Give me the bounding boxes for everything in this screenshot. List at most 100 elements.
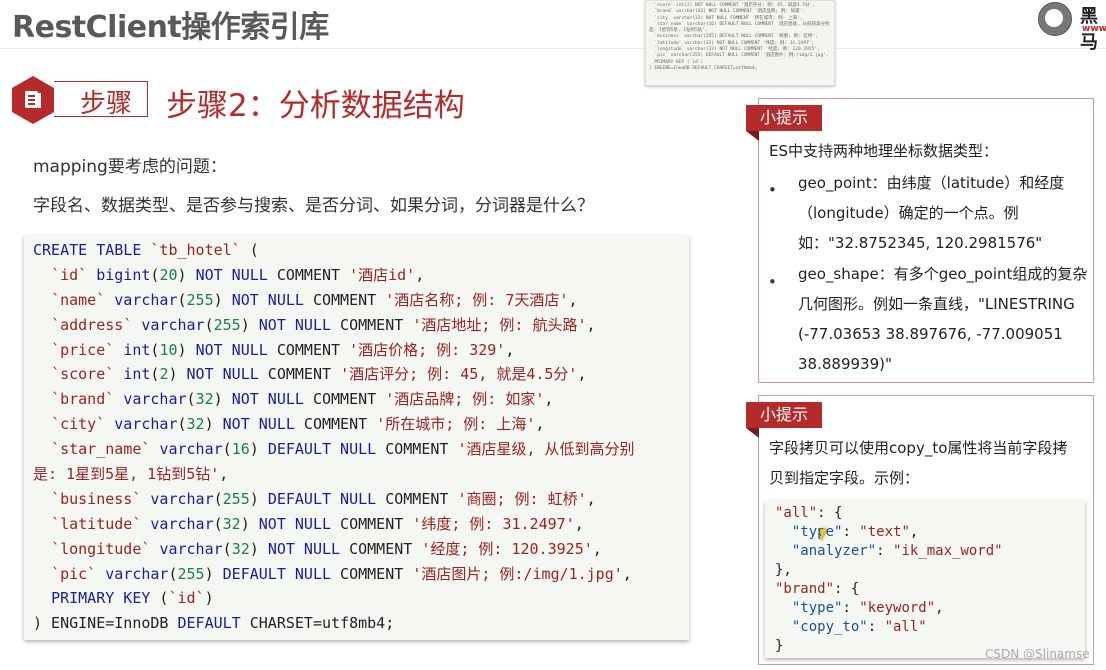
code-line: `brand` varchar(32) NOT NULL COMMENT '酒店…: [33, 387, 689, 412]
thumbnail-line: `business` varchar(255) DEFAULT NULL COM…: [649, 34, 818, 40]
code-token-kw: NOT NULL: [258, 315, 332, 334]
code-token-jp: [775, 524, 792, 540]
code-token-str: '经度; 例: 120.3925': [421, 539, 593, 558]
code-token-str: '酒店星级, 从低到高分别: [457, 440, 635, 459]
code-line: `pic` varchar(255) DEFAULT NULL COMMENT …: [33, 562, 689, 587]
code-token-kw: varchar: [114, 290, 178, 309]
code-token-num: 16: [231, 440, 250, 459]
code-token-kw: varchar: [159, 539, 223, 558]
code-token-kw: varchar: [150, 514, 214, 533]
code-token-kw: PRIMARY KEY: [51, 589, 151, 608]
intro-question-title: mapping要考虑的问题：: [33, 157, 227, 177]
code-token-jp: ,: [935, 600, 944, 616]
code-token-num: 255: [186, 290, 214, 309]
code-token-num: 255: [222, 489, 250, 508]
bullet-icon: •: [768, 273, 777, 291]
code-token-jstr: "ik_max_word": [893, 543, 1003, 559]
code-token-plain: COMMENT: [303, 290, 386, 309]
mouse-cursor-icon: [821, 529, 827, 541]
code-token-jp: :: [876, 543, 894, 559]
code-token-plain: (: [222, 539, 232, 558]
code-line: `latitude` varchar(32) NOT NULL COMMENT …: [33, 512, 689, 537]
slide-thumbnail[interactable]: `score` int(2) NOT NULL COMMENT '酒店评分; 例…: [645, 0, 835, 86]
code-token-id: `id`: [51, 265, 88, 284]
bullet-geo-shape: geo_shape：有多个geo_point组成的复杂几何图形。例如一条直线，"…: [798, 265, 1088, 373]
code-token-plain: ): [249, 539, 268, 558]
code-token-plain: (: [177, 415, 187, 434]
step-hexagon: [12, 76, 54, 124]
code-token-kw: DEFAULT NULL: [267, 440, 377, 459]
tip-box-copy-to: 小提示 字段拷贝可以使用copy_to属性将当前字段拷 贝到指定字段。示例： "…: [746, 395, 1094, 665]
code-token-plain: (: [150, 589, 169, 608]
code-line: `city` varchar(32) NOT NULL COMMENT '所在城…: [33, 412, 689, 437]
code-token-kw: DEFAULT NULL: [222, 564, 332, 583]
code-token-plain: (: [213, 514, 223, 533]
code-token-plain: (: [204, 315, 214, 334]
code-line: CREATE TABLE `tb_hotel` (: [33, 238, 689, 263]
code-line: `business` varchar(255) DEFAULT NULL COM…: [33, 487, 689, 512]
code-token-kw: NOT NULL: [195, 265, 268, 284]
code-token-jp: [775, 619, 792, 635]
code-token-plain: ): [213, 390, 232, 409]
code-token-num: 32: [195, 390, 214, 409]
intro-question-detail: 字段名、数据类型、是否参与搜索、是否分词、如果分词，分词器是什么？: [33, 196, 594, 216]
code-token-plain: COMMENT: [340, 539, 422, 558]
code-token-id: `city`: [51, 415, 106, 434]
json-example-block: "all": { "type": "text", "analyzer": "ik…: [765, 500, 1085, 658]
code-token-plain: ): [240, 514, 259, 533]
tip-tag: 小提示: [746, 402, 823, 438]
code-token-plain: ): [177, 340, 196, 359]
code-token-str: '酒店评分; 例: 45, 就是4.5分': [340, 365, 578, 384]
code-token-num: 10: [159, 340, 178, 359]
code-token-jp: ,: [909, 524, 919, 540]
json-line: "copy_to": "all": [775, 618, 1085, 637]
code-token-plain: ,: [505, 340, 515, 359]
code-token-jkeytop: "brand": [775, 581, 835, 597]
code-token-num: 255: [213, 315, 241, 334]
code-token-plain: ,: [415, 265, 425, 284]
code-token-kw: varchar: [114, 415, 178, 434]
code-token-str: '酒店名称; 例: 7天酒店': [385, 290, 569, 309]
json-line: "type": "keyword",: [775, 599, 1085, 618]
code-token-plain: ,: [577, 365, 587, 384]
json-line: "analyzer": "ik_max_word": [775, 542, 1085, 561]
code-token-jstr: "keyword": [859, 600, 936, 616]
code-token-kw: int: [123, 340, 151, 359]
code-token-plain: (: [240, 241, 259, 259]
code-token-jkey: "copy_to": [791, 619, 868, 635]
code-token-str: '纬度; 例: 31.2497': [412, 514, 575, 533]
code-token-kw: varchar: [123, 390, 187, 409]
sql-code-block: CREATE TABLE `tb_hotel` ( `id` bigint(20…: [24, 235, 689, 640]
code-token-plain: (: [213, 489, 223, 508]
code-token-plain: ,: [568, 290, 578, 309]
code-line: `star_name` varchar(16) DEFAULT NULL COM…: [33, 437, 689, 462]
code-line: `id` bigint(20) NOT NULL COMMENT '酒店id',: [33, 263, 689, 288]
logo-url: www.: [1082, 24, 1106, 34]
json-line: "brand": {: [775, 580, 1085, 599]
code-token-plain: (: [177, 290, 187, 309]
code-token-kw: varchar: [141, 315, 205, 334]
code-token-jp: },: [775, 562, 792, 578]
code-token-str: 是: 1星到5星, 1钻到5钻': [33, 465, 220, 484]
code-token-kw: varchar: [105, 564, 169, 583]
code-token-plain: (: [222, 440, 232, 459]
code-token-plain: ): [204, 564, 223, 583]
thumbnail-line: ) ENGINE=InnoDB DEFAULT CHARSET=utf8mb4;: [649, 65, 758, 71]
step-label: 步骤: [80, 89, 133, 119]
code-token-plain: ) ENGINE=InnoDB: [33, 614, 178, 633]
code-token-id: `price`: [51, 340, 115, 359]
code-token-plain: (: [186, 390, 196, 409]
code-token-jstr: "text": [859, 524, 910, 540]
code-token-kw: NOT NULL: [186, 365, 259, 384]
tip-copy-to-line2: 贝到指定字段。示例：: [769, 469, 920, 487]
